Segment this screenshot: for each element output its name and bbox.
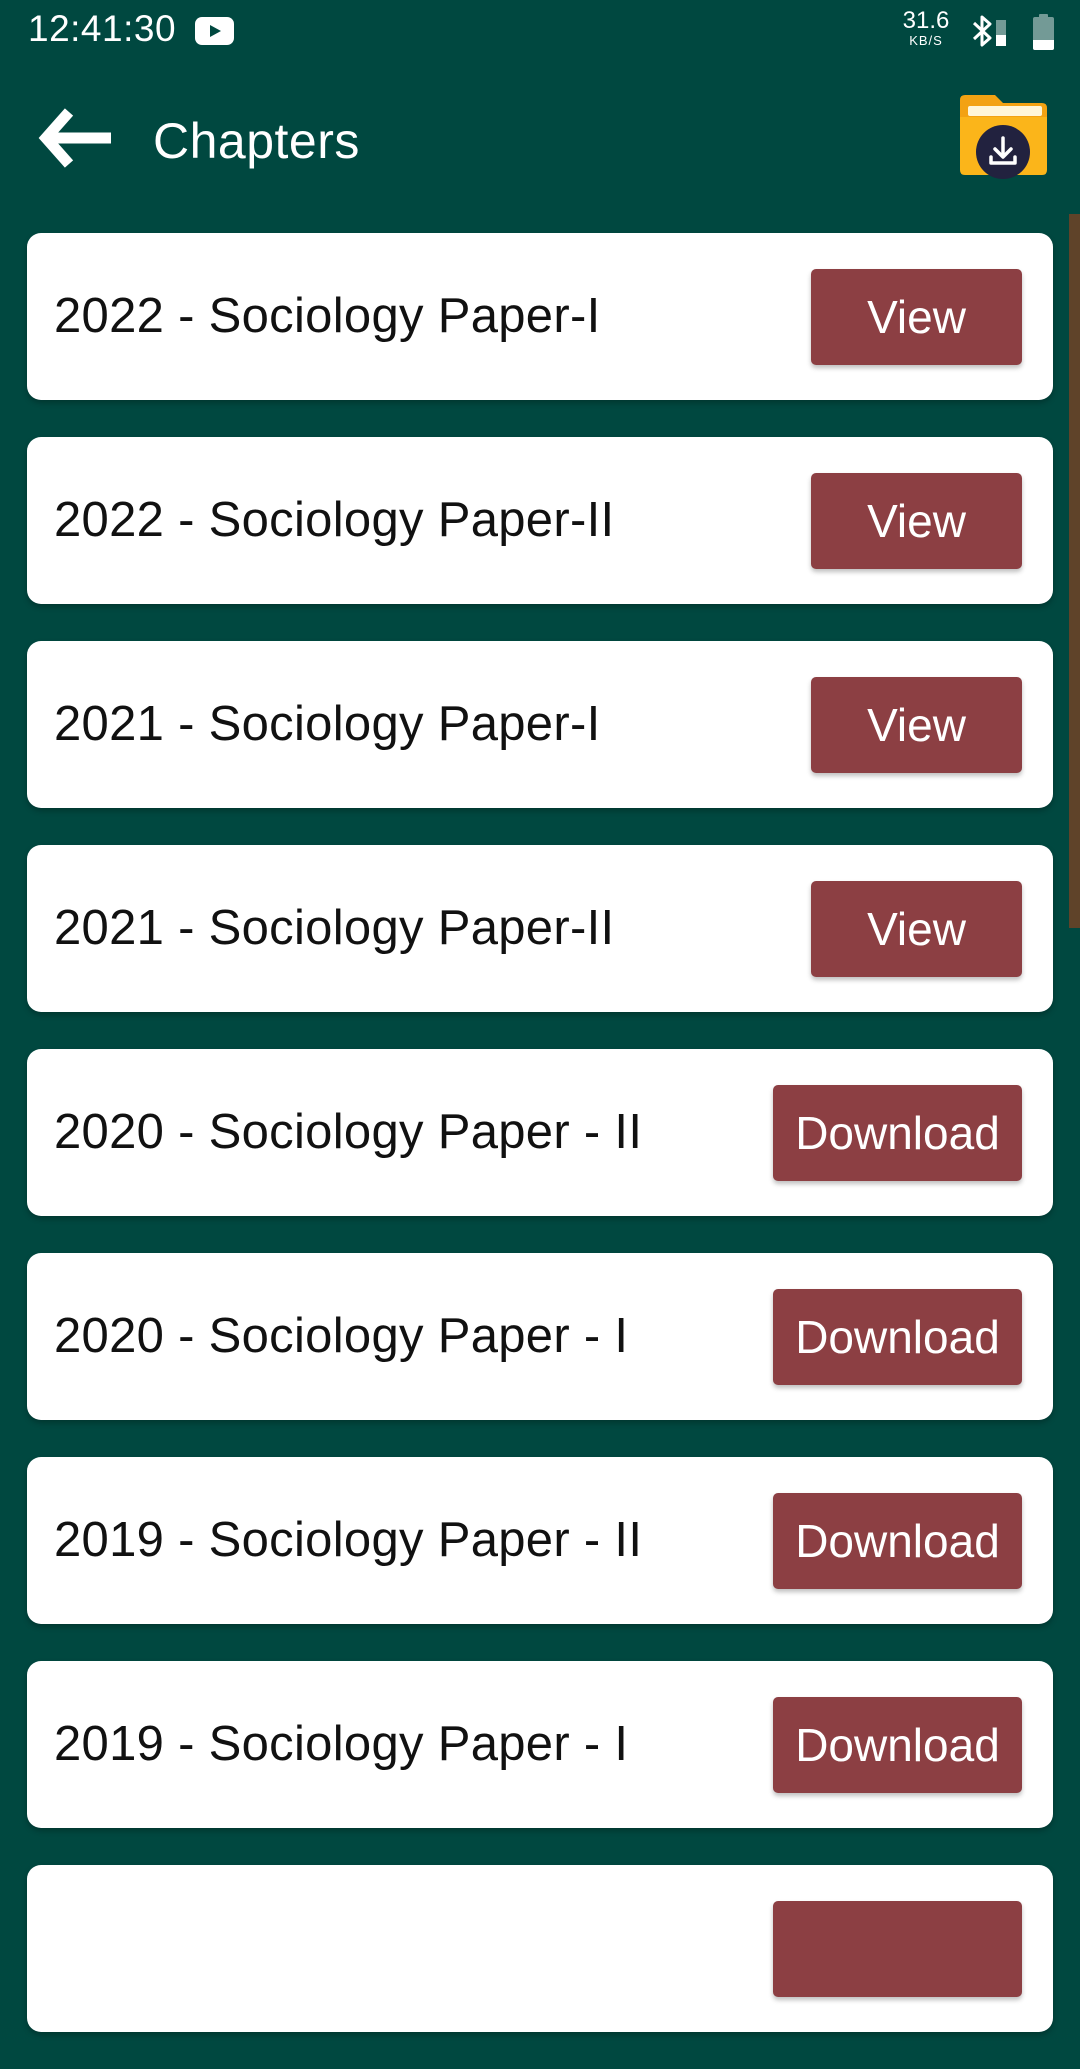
status-time: 12:41:30 <box>28 8 177 49</box>
chapter-card: 2019 - Sociology Paper - I Download <box>27 1661 1053 1828</box>
chapter-card: 2022 - Sociology Paper-I View <box>27 233 1053 400</box>
download-button[interactable] <box>773 1901 1022 1997</box>
battery-body <box>1033 17 1054 50</box>
view-button[interactable]: View <box>811 881 1022 977</box>
chapter-title: 2020 - Sociology Paper - I <box>54 1309 629 1363</box>
chapter-title: 2019 - Sociology Paper - I <box>54 1717 629 1771</box>
chapter-title: 2019 - Sociology Paper - II <box>54 1513 643 1567</box>
chapter-card: 2022 - Sociology Paper-II View <box>27 437 1053 604</box>
battery-fill <box>1033 40 1054 50</box>
bluetooth-icon <box>970 14 1010 48</box>
chapter-card: 2021 - Sociology Paper-II View <box>27 845 1053 1012</box>
chapter-card: 2020 - Sociology Paper - I Download <box>27 1253 1053 1420</box>
signal-icon <box>996 20 1006 46</box>
chapter-title: 2021 - Sociology Paper-II <box>54 901 615 955</box>
chapter-title: 2022 - Sociology Paper-I <box>54 289 601 343</box>
page-title: Chapters <box>153 113 360 169</box>
status-bar: 12:41:30 31.6 KB/S <box>0 0 1080 60</box>
chapter-card: 2021 - Sociology Paper-I View <box>27 641 1053 808</box>
download-button[interactable]: Download <box>773 1085 1022 1181</box>
arrow-left-icon <box>38 108 111 168</box>
view-button[interactable]: View <box>811 677 1022 773</box>
download-button[interactable]: Download <box>773 1697 1022 1793</box>
chapter-title: 2021 - Sociology Paper-I <box>54 697 601 751</box>
chapter-title: 2020 - Sociology Paper - II <box>54 1105 643 1159</box>
chapter-card: 2019 - Sociology Paper - II Download <box>27 1457 1053 1624</box>
network-speed: 31.6 KB/S <box>898 7 954 48</box>
network-speed-unit: KB/S <box>909 33 943 48</box>
download-button[interactable]: Download <box>773 1289 1022 1385</box>
battery-icon <box>1033 14 1054 50</box>
network-speed-value: 31.6 <box>902 7 950 34</box>
back-button[interactable] <box>36 100 118 176</box>
scrollbar-thumb[interactable] <box>1069 214 1080 928</box>
chapter-card: 2020 - Sociology Paper - II Download <box>27 1049 1053 1216</box>
downloads-folder-button[interactable] <box>955 90 1055 185</box>
chapter-title: 2022 - Sociology Paper-II <box>54 493 615 547</box>
chapter-card <box>27 1865 1053 2032</box>
chapter-list: 2022 - Sociology Paper-I View 2022 - Socio… <box>27 233 1053 2069</box>
view-button[interactable]: View <box>811 269 1022 365</box>
download-button[interactable]: Download <box>773 1493 1022 1589</box>
youtube-icon <box>195 17 234 45</box>
view-button[interactable]: View <box>811 473 1022 569</box>
folder-download-icon <box>960 95 1047 179</box>
